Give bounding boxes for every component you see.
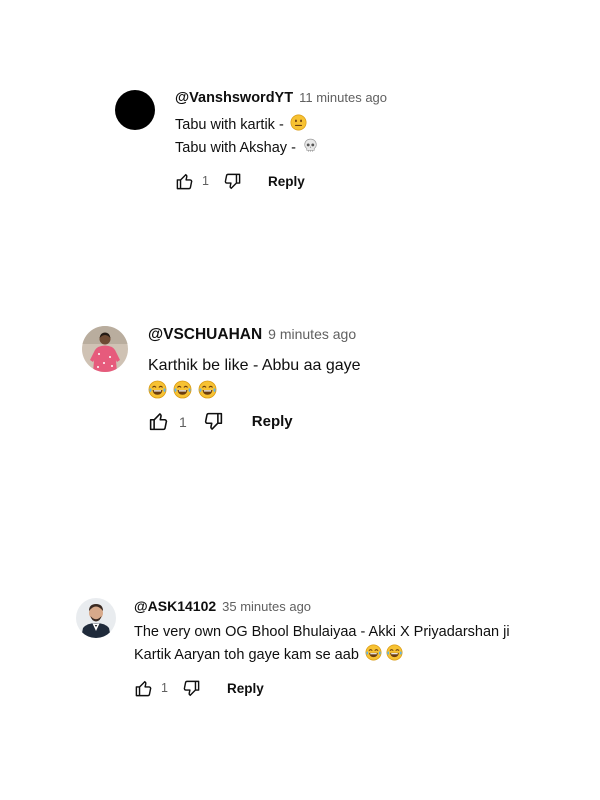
tears-of-joy-icon xyxy=(173,380,192,399)
avatar[interactable] xyxy=(82,326,128,372)
comment-body: @ASK14102 35 minutes ago The very own OG… xyxy=(134,598,510,698)
comment-line: Tabu with Akshay - xyxy=(175,137,387,160)
timestamp[interactable]: 11 minutes ago xyxy=(299,90,387,105)
like-count: 1 xyxy=(179,413,187,430)
like-count: 1 xyxy=(202,174,209,188)
like-button[interactable] xyxy=(148,411,169,432)
thumbs-down-icon xyxy=(223,172,242,191)
skull-icon xyxy=(302,137,319,154)
comment-header: @VanshswordYT 11 minutes ago xyxy=(175,90,387,110)
comment-body: @VanshswordYT 11 minutes ago Tabu with k… xyxy=(175,90,387,191)
person-pink-shirt-icon xyxy=(82,326,128,372)
timestamp[interactable]: 9 minutes ago xyxy=(268,326,356,342)
thumbs-up-icon xyxy=(134,679,153,698)
timestamp[interactable]: 35 minutes ago xyxy=(222,599,311,614)
comment-text: Karthik be like - Abbu aa gaye xyxy=(148,354,361,399)
like-button[interactable] xyxy=(175,172,194,191)
thumbs-up-icon xyxy=(175,172,194,191)
comment-line: Kartik Aaryan toh gaye kam se aab xyxy=(134,644,510,667)
tears-of-joy-icon xyxy=(365,644,382,661)
reply-button[interactable]: Reply xyxy=(252,413,293,430)
thumbs-down-icon xyxy=(203,411,224,432)
like-count: 1 xyxy=(161,681,168,695)
dislike-button[interactable] xyxy=(223,172,242,191)
comment-body: @VSCHUAHAN 9 minutes ago Karthik be like… xyxy=(148,326,361,432)
author-handle[interactable]: @VSCHUAHAN xyxy=(148,326,262,344)
reply-button[interactable]: Reply xyxy=(268,174,305,189)
comment-line-text: Kartik Aaryan toh gaye kam se aab xyxy=(134,646,359,663)
tears-of-joy-icon xyxy=(148,380,167,399)
emoji-row xyxy=(148,380,361,399)
comment-line: Karthik be like - Abbu aa gaye xyxy=(148,357,361,374)
comment-actions: 1 Reply xyxy=(134,679,510,698)
comment-actions: 1 Reply xyxy=(148,411,361,432)
comment-line-text: Tabu with kartik - xyxy=(175,117,284,133)
dislike-button[interactable] xyxy=(203,411,224,432)
avatar[interactable] xyxy=(76,598,116,638)
comment-line: The very own OG Bhool Bhulaiyaa - Akki X… xyxy=(134,624,510,640)
like-button[interactable] xyxy=(134,679,153,698)
thumbs-up-icon xyxy=(148,411,169,432)
comment-header: @VSCHUAHAN 9 minutes ago xyxy=(148,326,361,348)
avatar[interactable] xyxy=(115,90,155,130)
comment-text: The very own OG Bhool Bhulaiyaa - Akki X… xyxy=(134,622,510,667)
thumbs-down-icon xyxy=(182,679,201,698)
dislike-button[interactable] xyxy=(182,679,201,698)
comment-text: Tabu with kartik - Tabu with Akshay - xyxy=(175,114,387,160)
reply-button[interactable]: Reply xyxy=(227,681,264,696)
comment-line: Tabu with kartik - xyxy=(175,114,387,137)
comment-header: @ASK14102 35 minutes ago xyxy=(134,598,510,618)
comment-actions: 1 Reply xyxy=(175,172,387,191)
tears-of-joy-icon xyxy=(386,644,403,661)
person-suit-icon xyxy=(76,598,116,638)
author-handle[interactable]: @ASK14102 xyxy=(134,598,216,614)
tears-of-joy-icon xyxy=(198,380,217,399)
comment-line-text: Tabu with Akshay - xyxy=(175,139,296,156)
author-handle[interactable]: @VanshswordYT xyxy=(175,90,293,106)
neutral-face-icon xyxy=(290,114,307,131)
